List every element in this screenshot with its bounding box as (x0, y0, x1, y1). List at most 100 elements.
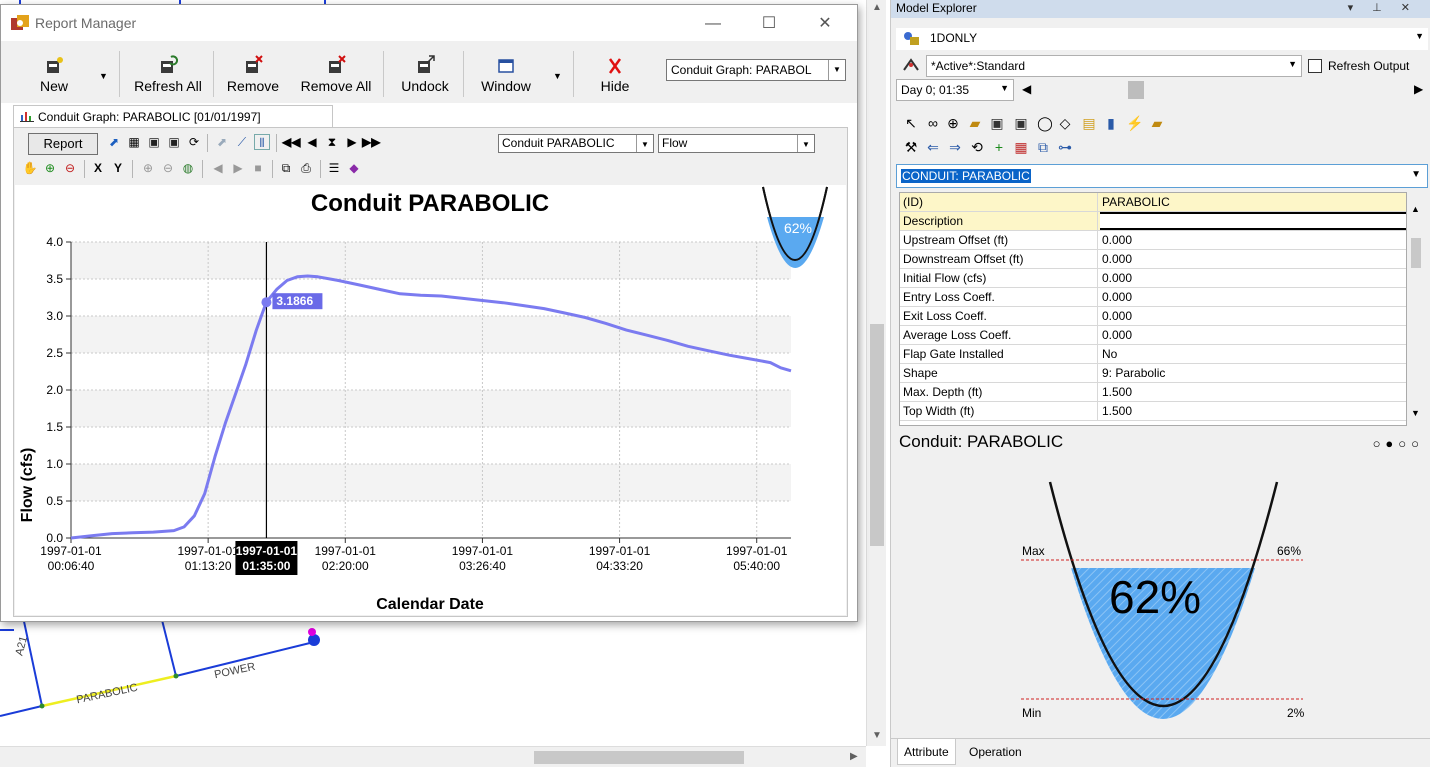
save-icon[interactable]: ▣ (1012, 114, 1030, 132)
property-row[interactable]: Shape 9: Parabolic (900, 364, 1406, 383)
area-chart-icon[interactable]: ⟋ (234, 134, 250, 150)
eraser-icon[interactable]: ◇ (1056, 114, 1074, 132)
open-folder-icon[interactable]: ▰ (966, 114, 984, 132)
property-value[interactable]: 0.000 (1100, 326, 1406, 344)
next-step-icon[interactable]: ▶ (344, 134, 360, 150)
scenario-select[interactable]: *Active*:Standard ▼ (926, 55, 1302, 77)
refresh-icon[interactable]: ⟳ (186, 134, 202, 150)
property-value[interactable]: 0.000 (1100, 250, 1406, 268)
variable-select[interactable]: Flow ▼ (658, 134, 815, 153)
new-report-button[interactable]: New (31, 55, 77, 103)
time-forward-icon[interactable]: ▶ (1414, 82, 1423, 96)
tab-operation[interactable]: Operation (963, 739, 1028, 765)
pin-icon[interactable]: ▾ ⊥ ✕ (1348, 1, 1418, 14)
run-icon[interactable]: ⚡ (1126, 114, 1144, 132)
time-back-icon[interactable]: ◀ (1022, 82, 1031, 96)
scroll-down-icon[interactable]: ▼ (1411, 408, 1420, 418)
zoom-out-icon[interactable]: ⊖ (62, 160, 78, 176)
chevron-down-icon[interactable]: ▼ (828, 60, 845, 80)
undock-button[interactable]: Undock (393, 55, 457, 103)
property-value[interactable]: 0.000 (1100, 269, 1406, 287)
property-row[interactable]: Downstream Offset (ft) 0.000 (900, 250, 1406, 269)
new-file-icon[interactable]: ▣ (988, 114, 1006, 132)
copy-icon[interactable]: ⧉ (278, 160, 294, 176)
chevron-down-icon[interactable]: ▼ (1000, 83, 1009, 93)
property-row[interactable]: Average Loss Coeff. 0.000 (900, 326, 1406, 345)
chevron-down-icon[interactable]: ▼ (1411, 169, 1421, 180)
property-value[interactable]: 9: Parabolic (1100, 364, 1406, 382)
close-icon[interactable]: ✕ (803, 11, 847, 37)
properties-icon[interactable]: ☰ (326, 160, 342, 176)
graph-icon[interactable]: ▮ (1102, 114, 1120, 132)
property-value[interactable]: 0.000 (1100, 288, 1406, 306)
scroll-up-icon[interactable]: ▲ (872, 2, 882, 13)
zoom-in-icon[interactable]: ⊕ (42, 160, 58, 176)
link-icon[interactable]: ∞ (924, 114, 942, 132)
play-icon[interactable]: ▶ (230, 160, 246, 176)
chevron-down-icon[interactable]: ▼ (1415, 31, 1424, 41)
tank-icon[interactable]: ◯ (1036, 114, 1054, 132)
book-icon[interactable]: ◆ (346, 160, 362, 176)
property-value[interactable]: 1.500 (1100, 402, 1406, 420)
graph-options-icon[interactable]: ⬈ (106, 134, 122, 150)
y-axis-icon[interactable]: Y (110, 160, 126, 176)
report-manager-titlebar[interactable]: Report Manager — ☐ ✕ (1, 5, 857, 41)
chevron-down-icon[interactable]: ▼ (636, 135, 653, 152)
property-row[interactable]: Upstream Offset (ft) 0.000 (900, 231, 1406, 250)
remove-all-button[interactable]: Remove All (295, 55, 377, 103)
pointer-icon[interactable]: ↖ (902, 114, 920, 132)
zoom-icon[interactable]: ⊕ (944, 114, 962, 132)
property-row[interactable]: Entry Loss Coeff. 0.000 (900, 288, 1406, 307)
property-row[interactable]: Flap Gate Installed No (900, 345, 1406, 364)
first-step-icon[interactable]: ◀◀ (282, 134, 300, 150)
property-row[interactable]: Top Width (ft) 1.500 (900, 402, 1406, 421)
property-row[interactable]: (ID) PARABOLIC (900, 193, 1406, 212)
time-slider[interactable] (1128, 81, 1144, 99)
play-back-icon[interactable]: ◀ (210, 160, 226, 176)
print-icon[interactable]: ⎙ (298, 160, 314, 176)
window-button[interactable]: Window (473, 55, 539, 103)
property-row[interactable]: Initial Flow (cfs) 0.000 (900, 269, 1406, 288)
map-vertical-scrollbar[interactable]: ▲ ▼ (866, 0, 886, 746)
property-row[interactable]: Exit Loss Coeff. 0.000 (900, 307, 1406, 326)
project-select[interactable]: 1DONLY ▼ (896, 28, 1428, 50)
minimize-icon[interactable]: — (691, 11, 735, 37)
property-value[interactable]: No (1100, 345, 1406, 363)
scroll-right-icon[interactable]: ▶ (850, 751, 858, 762)
map-hscroll-thumb[interactable] (534, 751, 744, 764)
history-icon[interactable]: ⟲ (968, 138, 986, 156)
chart-area[interactable]: 0.0 0.5 1.0 1.5 2.0 2.5 3.0 3.5 4.0 1997-01-01 00… (15, 185, 846, 615)
page-dots[interactable]: ○●○○ (1373, 436, 1424, 451)
property-value[interactable]: 0.000 (1100, 231, 1406, 249)
chevron-down-icon[interactable]: ▼ (797, 135, 814, 152)
stop-icon[interactable]: ■ (250, 160, 266, 176)
property-value[interactable]: PARABOLIC (1100, 193, 1406, 211)
property-row[interactable]: Description (900, 212, 1406, 231)
map-vscroll-thumb[interactable] (870, 324, 884, 546)
property-value[interactable]: 0.000 (1100, 307, 1406, 325)
copy-objects-icon[interactable]: ⧉ (1034, 138, 1052, 156)
refresh-all-button[interactable]: Refresh All (128, 55, 208, 103)
maximize-icon[interactable]: ☐ (747, 11, 791, 37)
copy-graph-icon[interactable]: ▦ (126, 134, 142, 150)
calendar-icon[interactable]: ▦ (1012, 138, 1030, 156)
add-id-icon[interactable]: + (990, 138, 1008, 156)
map-horizontal-scrollbar[interactable]: ▶ (0, 746, 866, 767)
hide-button[interactable]: Hide (591, 55, 639, 103)
hammer-icon[interactable]: ⚒ (902, 138, 920, 156)
save-as-icon[interactable]: ▣ (166, 134, 182, 150)
window-dropdown-icon[interactable]: ▼ (553, 71, 562, 81)
object-select[interactable]: CONDUIT: PARABOLIC ▼ (896, 164, 1428, 188)
new-dropdown-icon[interactable]: ▼ (99, 71, 108, 81)
scroll-up-icon[interactable]: ▲ (1411, 204, 1420, 214)
prev-step-icon[interactable]: ◀ (304, 134, 320, 150)
scroll-down-icon[interactable]: ▼ (872, 730, 882, 741)
save-icon[interactable]: ▣ (146, 134, 162, 150)
line-chart-icon[interactable]: ⫴ (254, 134, 270, 150)
forward-arrow-icon[interactable]: ⇒ (946, 138, 964, 156)
property-value[interactable]: 1.500 (1100, 383, 1406, 401)
tab-attribute[interactable]: Attribute (897, 739, 956, 765)
last-step-icon[interactable]: ▶▶ (362, 134, 380, 150)
tab-conduit-graph[interactable]: Conduit Graph: PARABOLIC [01/01/1997] (13, 105, 333, 127)
property-scrollbar[interactable]: ▲ ▼ (1407, 192, 1425, 426)
